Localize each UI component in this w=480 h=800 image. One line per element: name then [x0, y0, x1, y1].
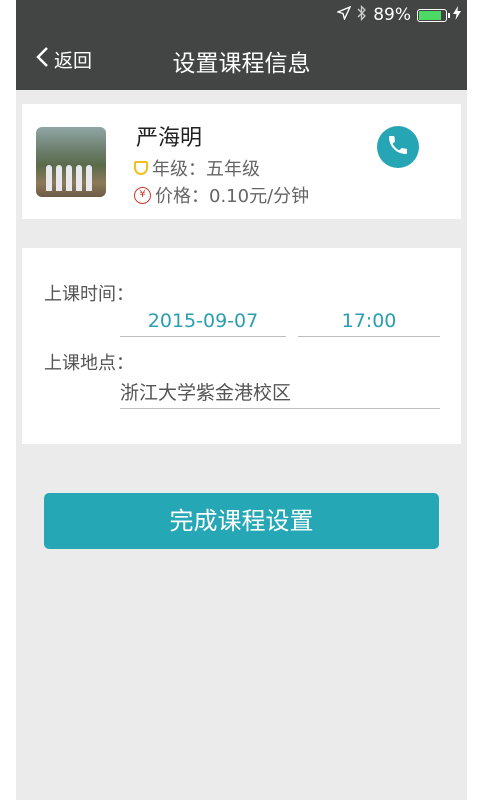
bluetooth-icon [357, 4, 367, 26]
teacher-price-row: ¥ 价格：0.10元/分钟 [134, 182, 309, 208]
page-title: 设置课程信息 [172, 51, 311, 77]
course-form: 上课时间： 2015-09-07 17:00 上课地点： 浙江大学紫金港校区 [22, 248, 461, 444]
teacher-grade: 年级：五年级 [152, 159, 260, 180]
status-icons: 89% [336, 4, 461, 26]
place-label: 上课地点： [44, 353, 134, 374]
teacher-card: 严海明 年级：五年级 ¥ 价格：0.10元/分钟 [22, 104, 461, 219]
battery-icon [417, 8, 450, 22]
call-button[interactable] [377, 126, 419, 168]
complete-setup-button[interactable]: 完成课程设置 [44, 493, 439, 549]
status-bar: 89% [16, 0, 467, 30]
battery-percent: 89% [373, 5, 411, 25]
yen-icon: ¥ [134, 186, 151, 204]
app-screen: 89% 返回 设置课程信息 严海明 年级：五年级 ¥ 价格：0.10元/分钟 上… [16, 0, 467, 800]
charging-icon [453, 5, 461, 25]
navigation-bar: 返回 设置课程信息 [16, 30, 467, 90]
time-field[interactable]: 17:00 [298, 306, 440, 337]
place-field[interactable]: 浙江大学紫金港校区 [120, 378, 440, 409]
date-field[interactable]: 2015-09-07 [120, 306, 286, 337]
location-icon [336, 5, 352, 25]
phone-icon [386, 133, 410, 161]
time-label: 上课时间： [44, 284, 134, 305]
teacher-grade-row: 年级：五年级 [134, 155, 260, 181]
teacher-price: 价格：0.10元/分钟 [155, 186, 310, 207]
teacher-avatar [36, 127, 106, 197]
grade-icon [134, 161, 148, 175]
teacher-name: 严海明 [136, 126, 203, 151]
